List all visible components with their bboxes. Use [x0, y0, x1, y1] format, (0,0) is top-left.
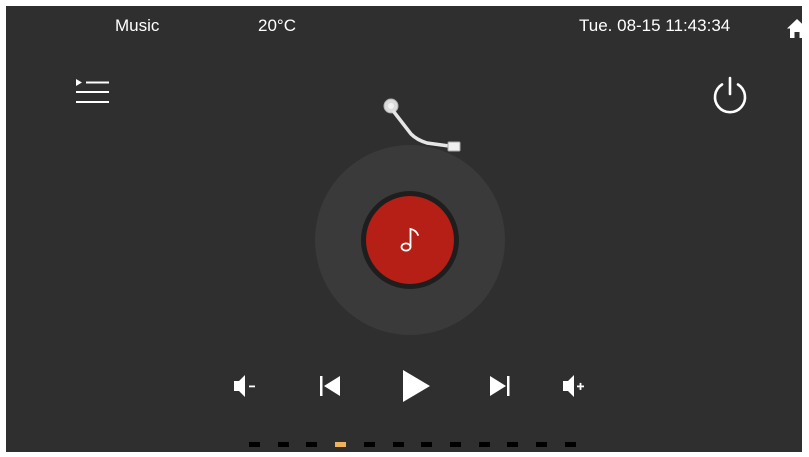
temperature-readout: 20°C	[258, 16, 296, 35]
home-button[interactable]	[786, 17, 802, 39]
page-dot[interactable]	[479, 442, 490, 447]
play-button[interactable]	[392, 362, 440, 410]
skip-next-icon	[490, 376, 510, 396]
page-dot[interactable]	[507, 442, 518, 447]
page-dot[interactable]	[421, 442, 432, 447]
page-dot[interactable]	[450, 442, 461, 447]
page-dot[interactable]	[565, 442, 576, 447]
volume-up-button[interactable]	[557, 366, 601, 406]
page-dot[interactable]	[306, 442, 317, 447]
tonearm	[383, 98, 461, 152]
home-icon	[787, 19, 802, 38]
page-dot[interactable]	[393, 442, 404, 447]
status-bar: Music 20°C Tue. 08-15 11:43:34	[6, 6, 802, 46]
power-icon	[713, 76, 747, 114]
skip-previous-icon	[320, 376, 340, 396]
volume-down-button[interactable]	[228, 366, 272, 406]
page-indicator	[249, 442, 579, 448]
page-dot[interactable]	[536, 442, 547, 447]
page-dot[interactable]	[249, 442, 260, 447]
page-dot[interactable]	[364, 442, 375, 447]
power-button[interactable]	[708, 74, 752, 118]
playlist-button[interactable]	[74, 76, 112, 110]
turntable	[315, 98, 505, 335]
volume-down-icon	[234, 375, 255, 397]
app-title: Music	[115, 16, 160, 35]
playlist-icon	[76, 79, 109, 103]
datetime-readout: Tue. 08-15 11:43:34	[579, 16, 731, 35]
page-dot[interactable]	[278, 442, 289, 447]
page-dot[interactable]	[335, 442, 346, 447]
previous-button[interactable]	[309, 366, 353, 406]
next-button[interactable]	[479, 366, 523, 406]
music-screen: Music 20°C Tue. 08-15 11:43:34	[6, 6, 802, 452]
volume-up-icon	[563, 375, 584, 397]
play-icon	[403, 370, 430, 402]
